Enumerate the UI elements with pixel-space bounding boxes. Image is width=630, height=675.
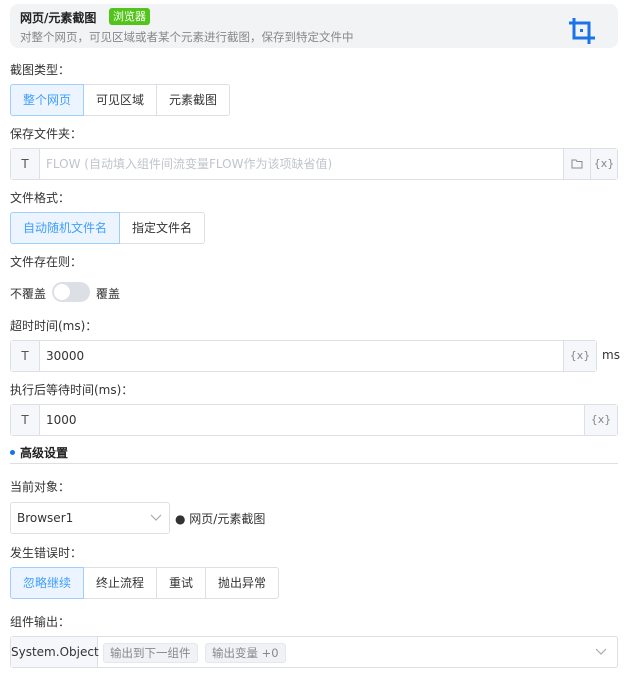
variable-button[interactable]: {x} (590, 149, 617, 179)
text-type-prefix: T (11, 149, 40, 179)
option-retry[interactable]: 重试 (156, 567, 207, 599)
save-folder-label: 保存文件夹： (10, 127, 83, 141)
folder-icon[interactable] (563, 149, 590, 179)
output-label: 组件输出： (10, 615, 71, 629)
no-overwrite-label: 不覆盖 (10, 287, 47, 301)
file-format-label: 文件格式： (10, 191, 71, 205)
crop-icon (569, 18, 595, 44)
text-type-prefix: T (11, 341, 40, 371)
file-format-group: 自动随机文件名 指定文件名 (10, 212, 206, 244)
variable-button[interactable]: {x} (584, 405, 617, 435)
option-visible-area[interactable]: 可见区域 (83, 84, 158, 116)
output-field[interactable]: System.Object 输出到下一组件 输出变量 +0 (10, 636, 618, 668)
option-terminate-flow[interactable]: 终止流程 (83, 567, 158, 599)
save-folder-input[interactable]: FLOW (自动填入组件间流变量FLOW作为该项缺省值) (40, 149, 563, 179)
advanced-settings-title: 高级设置 (20, 446, 69, 460)
timeout-label: 超时时间(ms)： (10, 319, 98, 333)
screenshot-type-label: 截图类型： (10, 63, 71, 77)
option-full-page[interactable]: 整个网页 (10, 84, 85, 116)
wait-after-input[interactable]: 1000 (40, 405, 584, 435)
component-title: 网页/元素截图 (20, 11, 97, 25)
component-header: 网页/元素截图 浏览器 对整个网页，可见区域或者某个元素进行截图，保存到特定文件… (10, 4, 618, 48)
chevron-down-icon (150, 514, 162, 521)
option-element-screenshot[interactable]: 元素截图 (156, 84, 231, 116)
option-throw-exception[interactable]: 抛出异常 (205, 567, 280, 599)
option-ignore-continue[interactable]: 忽略继续 (10, 567, 85, 599)
screenshot-type-group: 整个网页 可见区域 元素截图 (10, 84, 231, 116)
current-object-note: ● 网页/元素截图 (175, 512, 266, 526)
output-tag-next-component[interactable]: 输出到下一组件 (103, 643, 198, 663)
text-type-prefix: T (11, 405, 40, 435)
option-specified-filename[interactable]: 指定文件名 (119, 212, 206, 244)
current-object-value: Browser1 (17, 511, 74, 525)
wait-after-field: T 1000 {x} (10, 404, 618, 436)
save-folder-field: T FLOW (自动填入组件间流变量FLOW作为该项缺省值) {x} (10, 148, 618, 180)
advanced-settings-header[interactable]: 高级设置 (10, 443, 618, 464)
current-object-label: 当前对象： (10, 480, 71, 494)
overwrite-switch[interactable] (52, 282, 90, 302)
bullet-dot (10, 450, 15, 455)
current-object-select[interactable]: Browser1 (10, 502, 170, 534)
browser-badge: 浏览器 (109, 8, 150, 25)
on-error-group: 忽略继续 终止流程 重试 抛出异常 (10, 567, 280, 599)
timeout-field: T 30000 {x} (10, 340, 597, 372)
overwrite-label: 覆盖 (96, 287, 121, 301)
component-description: 对整个网页，可见区域或者某个元素进行截图，保存到特定文件中 (20, 30, 354, 44)
output-type: System.Object (11, 637, 99, 667)
chevron-down-icon (595, 648, 607, 655)
switch-knob (54, 284, 70, 300)
timeout-input[interactable]: 30000 (40, 341, 563, 371)
on-error-label: 发生错误时： (10, 546, 83, 560)
variable-button[interactable]: {x} (563, 341, 596, 371)
option-random-filename[interactable]: 自动随机文件名 (10, 212, 121, 244)
wait-after-label: 执行后等待时间(ms)： (10, 383, 134, 397)
output-tag-variable[interactable]: 输出变量 +0 (205, 643, 286, 663)
current-object-note-text: 网页/元素截图 (189, 512, 266, 526)
file-exists-label: 文件存在则： (10, 255, 83, 269)
timeout-unit: ms (602, 348, 620, 362)
